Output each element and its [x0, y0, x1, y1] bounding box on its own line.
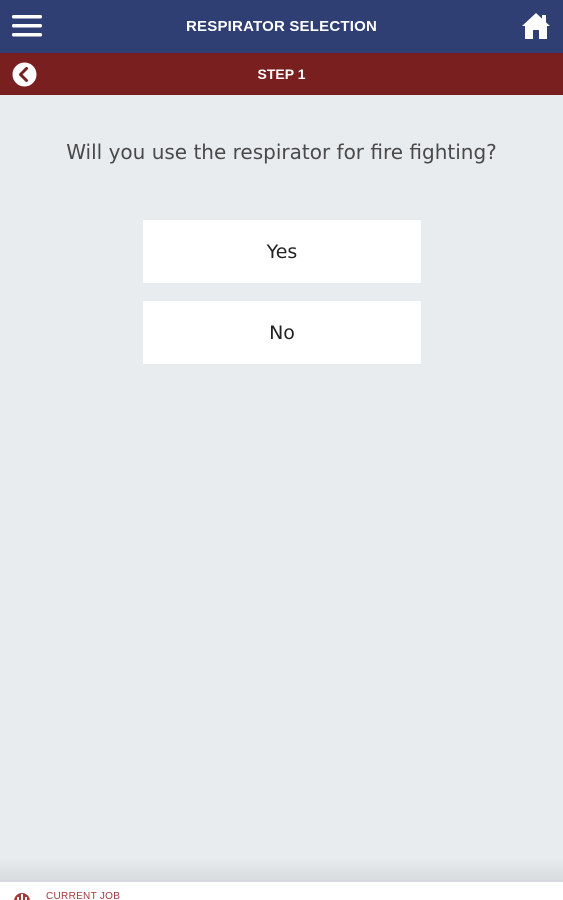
- step-title: STEP 1: [257, 66, 306, 82]
- chevron-left-circle-icon: [12, 62, 37, 87]
- menu-button[interactable]: [12, 13, 42, 39]
- answer-no-button[interactable]: No: [143, 301, 421, 364]
- back-button[interactable]: [12, 62, 37, 87]
- home-button[interactable]: [521, 11, 551, 41]
- footer-shadow: [0, 858, 563, 882]
- home-icon: [522, 13, 550, 39]
- app-header: RESPIRATOR SELECTION: [0, 0, 563, 53]
- step-bar: STEP 1: [0, 53, 563, 95]
- current-job-label[interactable]: CURRENT JOB: [46, 891, 120, 900]
- answer-yes-button[interactable]: Yes: [143, 220, 421, 283]
- question-text: Will you use the respirator for fire fig…: [66, 140, 497, 164]
- hamburger-menu-icon: [12, 15, 42, 37]
- job-icon: [14, 893, 30, 900]
- page-title: RESPIRATOR SELECTION: [186, 18, 377, 35]
